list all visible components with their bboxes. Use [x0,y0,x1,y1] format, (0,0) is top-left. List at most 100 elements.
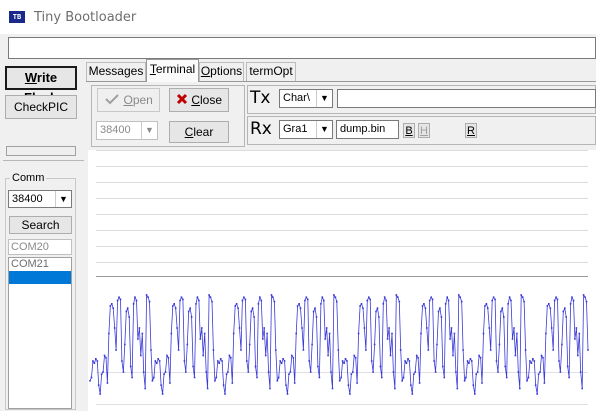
signal-point [472,384,475,386]
comm-baud-select[interactable]: 38400 ▼ [8,190,72,208]
signal-point [385,299,387,302]
open-label: pen [132,93,153,107]
tab-terminal[interactable]: Terminal [146,59,199,82]
rx-file-input[interactable]: dump.bin [336,120,399,139]
rx-mode-select[interactable]: Gra1 ▼ [279,120,333,139]
signal-point [378,316,380,318]
signal-point [291,354,293,357]
signal-point [158,360,161,362]
signal-point [537,373,540,375]
h-button[interactable]: H [418,123,430,138]
signal-point [389,354,392,357]
chevron-down-icon[interactable]: ▼ [316,121,332,138]
open-button[interactable]: Open [97,88,160,112]
signal-point [370,360,373,362]
signal-point [439,307,441,309]
signal-point [254,365,257,368]
signal-point [100,373,103,375]
signal-point [498,343,501,346]
port-list-item-selected[interactable]: COM20 [9,271,71,284]
port-list[interactable]: COM21 COM20 [8,257,72,409]
signal-point [169,382,171,384]
tx-input[interactable] [337,89,596,108]
close-button[interactable]: Close [169,88,229,112]
signal-point [344,358,347,360]
signal-point [542,356,544,359]
terminal-baud-select[interactable]: 38400 ▼ [96,121,158,140]
tx-mode-select[interactable]: Char\ ▼ [279,89,333,108]
signal-point [317,365,319,368]
signal-point [399,349,402,351]
signal-point [195,303,197,305]
signal-point [328,332,331,335]
signal-point [418,382,421,384]
tab-termopt[interactable]: termOpt [246,62,296,81]
write-flash-mnemonic: W [24,70,37,85]
write-flash-button[interactable]: Write Flash [5,66,77,105]
signal-point [497,371,499,373]
title-bar: TB Tiny Bootloader [0,0,596,34]
clear-button[interactable]: Clear [169,121,229,143]
signal-point [508,296,511,298]
port-list-item[interactable]: COM21 [9,258,71,271]
signal-point [304,299,306,302]
signal-point [420,332,422,335]
tab-options[interactable]: Options [199,62,244,81]
signal-point [527,376,530,379]
signal-point [336,300,338,303]
check-pic-button[interactable]: CheckPIC [5,95,77,119]
signal-point [359,305,361,307]
signal-point [250,310,252,313]
signal-point [405,362,408,364]
signal-point [349,393,351,395]
chevron-down-icon[interactable]: ▼ [55,191,71,207]
signal-point [124,343,126,346]
signal-point [182,298,184,301]
signal-point [215,376,218,379]
signal-point [424,307,427,309]
signal-point [247,371,250,373]
signal-point [240,349,242,351]
signal-point [256,376,258,379]
signal-point [494,298,496,301]
signal-point [280,362,283,364]
signal-point [315,316,318,318]
signal-point [153,376,155,379]
signal-point [293,382,296,384]
signal-point [228,354,231,357]
signal-point [482,332,485,335]
signal-point [167,356,170,359]
chevron-down-icon[interactable]: ▼ [316,90,332,107]
signal-point [131,376,133,379]
signal-point [161,393,164,395]
signal-point [140,354,142,357]
chevron-down-icon[interactable]: ▼ [141,122,157,139]
signal-point [456,387,459,390]
signal-point [234,305,236,307]
signal-point [270,294,273,296]
signal-point [368,296,370,298]
signal-point [373,343,376,346]
signal-point [257,303,260,305]
signal-point [536,393,538,395]
signal-point [129,365,132,368]
signal-point [564,307,566,309]
signal-point [449,338,451,340]
port-field[interactable]: COM20 [8,239,72,255]
r-button[interactable]: R [465,123,477,138]
signal-point [196,296,199,298]
file-path-input[interactable] [8,37,596,59]
signal-point [166,354,168,357]
signal-point [383,296,386,298]
tab-messages[interactable]: Messages [86,62,146,81]
signal-point [189,307,191,309]
signal-point [219,358,222,360]
search-button[interactable]: Search [9,216,72,234]
signal-point [356,382,358,384]
comm-baud-value: 38400 [12,193,43,205]
b-button[interactable]: B [403,123,415,138]
signal-point [235,303,238,305]
signal-point [363,327,366,329]
signal-point [179,299,181,302]
signal-point [401,380,403,382]
